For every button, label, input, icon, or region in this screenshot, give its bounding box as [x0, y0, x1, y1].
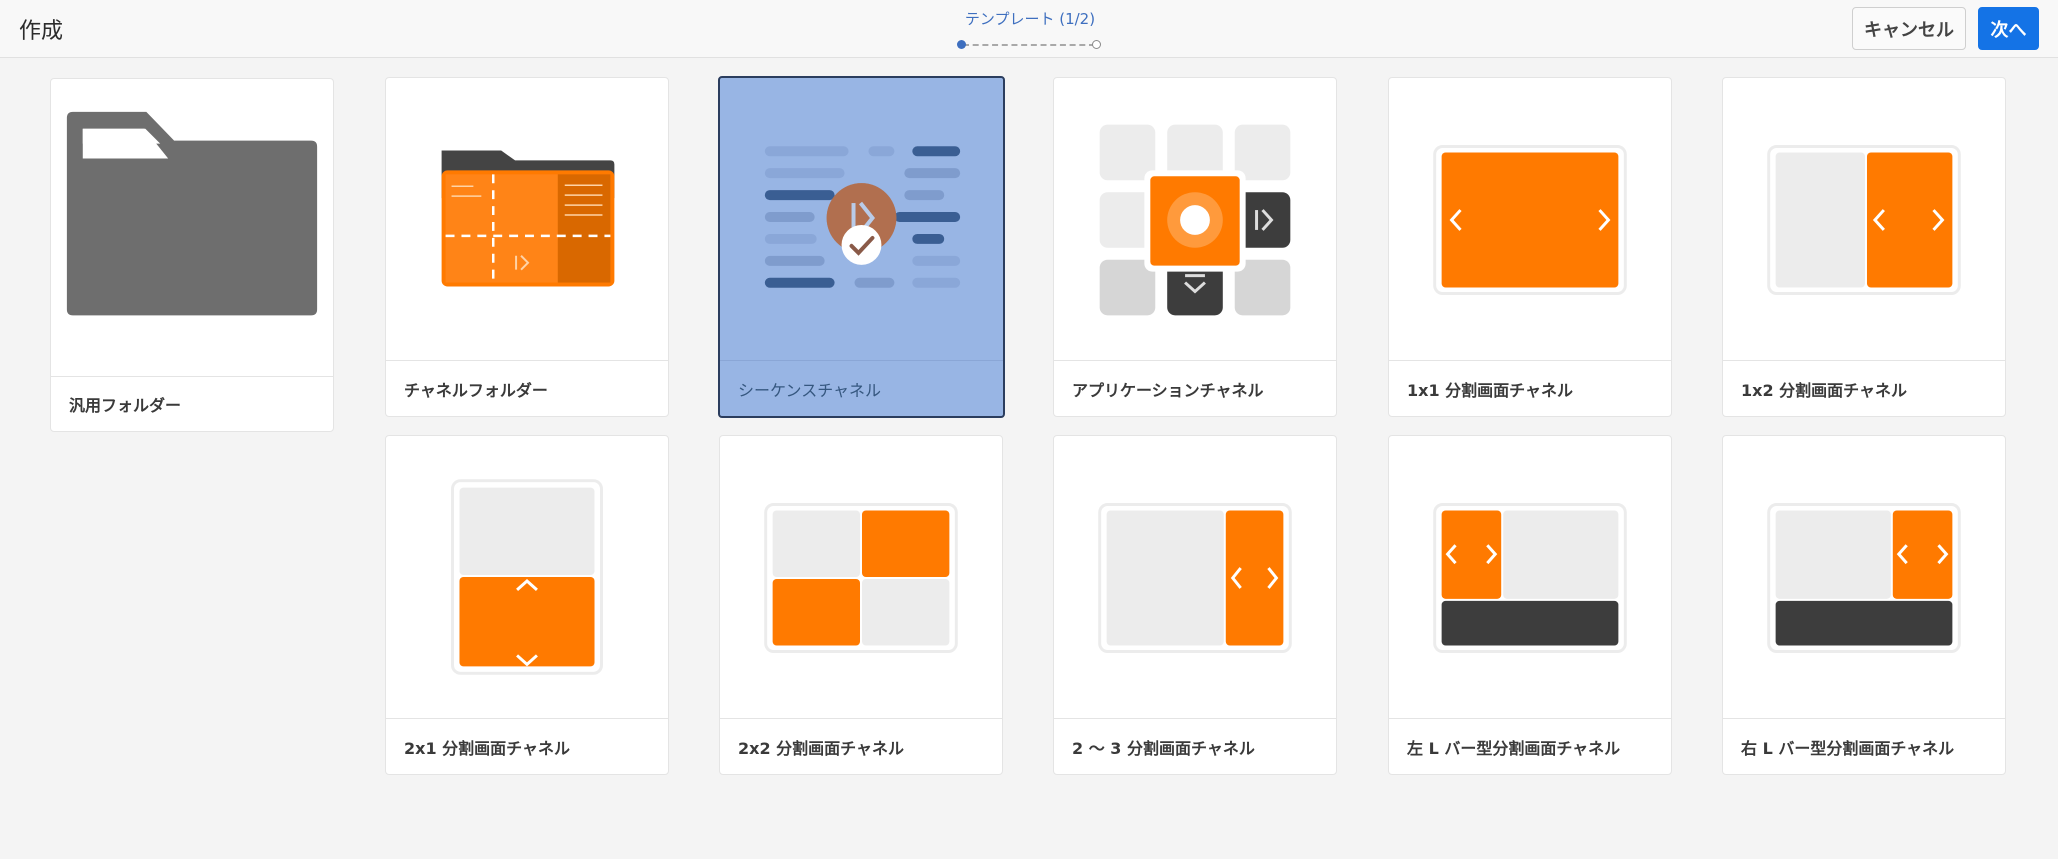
split-1x2-icon [1723, 78, 2005, 360]
split-2x1-icon [386, 436, 668, 718]
split-1x1-icon [1389, 78, 1671, 360]
template-label: 左 L バー型分割画面チャネル [1389, 718, 1671, 774]
page-title: 作成 [19, 19, 64, 44]
step-label: テンプレート (1/2) [964, 10, 1096, 28]
split-2to3-icon [1054, 436, 1336, 718]
template-label: チャネルフォルダー [386, 360, 668, 416]
step-1-dot [957, 40, 966, 49]
template-label: シーケンスチャネル [720, 360, 1003, 416]
template-label: 2x2 分割画面チャネル [720, 718, 1002, 774]
template-card-split-2to3[interactable]: 2 〜 3 分割画面チャネル [1053, 435, 1337, 775]
application-channel-icon [1054, 78, 1336, 360]
template-label: 1x1 分割画面チャネル [1389, 360, 1671, 416]
step-indicator: テンプレート (1/2) [950, 8, 1110, 50]
sequence-channel-icon [720, 78, 1003, 360]
folder-icon [51, 79, 333, 376]
left-lbar-split-icon [1389, 436, 1671, 718]
cancel-button[interactable]: キャンセル [1852, 7, 1966, 50]
template-card-split-1x1[interactable]: 1x1 分割画面チャネル [1388, 77, 1672, 417]
template-card-application-channel[interactable]: アプリケーションチャネル [1053, 77, 1337, 417]
template-card-generic-folder[interactable]: 汎用フォルダー [50, 78, 334, 432]
template-label: 2 〜 3 分割画面チャネル [1054, 718, 1336, 774]
template-card-right-lbar-split[interactable]: 右 L バー型分割画面チャネル [1722, 435, 2006, 775]
template-label: 1x2 分割画面チャネル [1723, 360, 2005, 416]
template-label: アプリケーションチャネル [1054, 360, 1336, 416]
split-2x2-icon [720, 436, 1002, 718]
step-progress [957, 40, 1101, 50]
template-card-sequence-channel[interactable]: シーケンスチャネル [718, 76, 1005, 418]
template-card-split-1x2[interactable]: 1x2 分割画面チャネル [1722, 77, 2006, 417]
step-2-dot [1092, 40, 1101, 49]
top-bar: 作成 テンプレート (1/2) キャンセル 次へ [0, 0, 2058, 58]
template-card-channel-folder[interactable]: チャネルフォルダー [385, 77, 669, 417]
template-card-split-2x1[interactable]: 2x1 分割画面チャネル [385, 435, 669, 775]
right-lbar-split-icon [1723, 436, 2005, 718]
template-label: 右 L バー型分割画面チャネル [1723, 718, 2005, 774]
template-card-left-lbar-split[interactable]: 左 L バー型分割画面チャネル [1388, 435, 1672, 775]
template-label: 2x1 分割画面チャネル [386, 718, 668, 774]
channel-folder-icon [386, 78, 668, 360]
template-card-split-2x2[interactable]: 2x2 分割画面チャネル [719, 435, 1003, 775]
template-label: 汎用フォルダー [51, 376, 333, 431]
next-button[interactable]: 次へ [1978, 7, 2039, 50]
